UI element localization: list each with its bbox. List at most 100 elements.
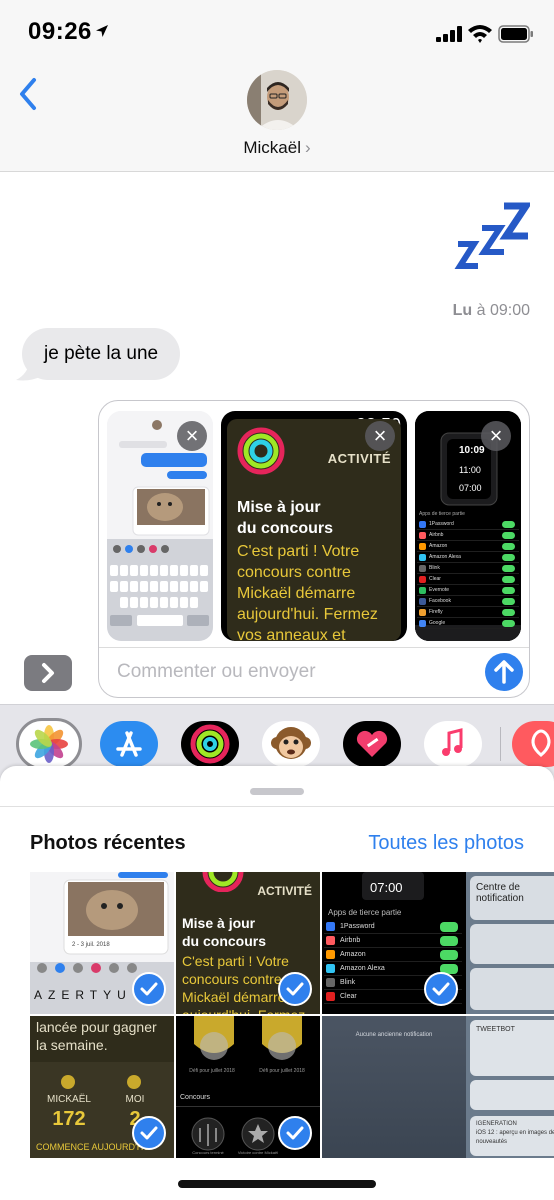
notification-card xyxy=(470,968,554,1010)
photo-activity-title-line1: Mise à jour xyxy=(182,915,256,931)
selected-checkmark-icon[interactable] xyxy=(132,1116,166,1150)
photo-tile[interactable]: Défi pour juillet 2018 Défi pour juillet… xyxy=(176,1016,320,1158)
digital-touch-heart-icon[interactable] xyxy=(343,721,401,767)
selected-checkmark-icon[interactable] xyxy=(132,972,166,1006)
chevron-right-icon xyxy=(42,663,54,683)
sheet-grabber[interactable] xyxy=(250,788,304,795)
watch-app-row: Amazon xyxy=(417,541,519,552)
photo-activity-title-line2: du concours xyxy=(182,933,267,949)
notification-igeneration: IGENERATION iOS 12 : aperçu en images de… xyxy=(470,1116,554,1156)
app-store-icon[interactable] xyxy=(100,721,158,767)
player1-name: MICKAËL xyxy=(47,1094,91,1105)
activity-app-icon[interactable] xyxy=(181,721,239,767)
watch-app-row: Firefly xyxy=(417,607,519,618)
chevron-right-icon: › xyxy=(304,138,311,157)
activity-notification-card: ACTIVITÉ Mise à jour du concours C'est p… xyxy=(227,419,401,641)
incoming-message-bubble[interactable]: je pète la une xyxy=(22,328,181,380)
activity-rings-icon xyxy=(202,872,244,892)
photo-caption: 2 - 3 juil. 2018 xyxy=(72,942,110,948)
arrow-up-icon xyxy=(494,660,514,684)
contact-avatar[interactable] xyxy=(247,70,307,130)
competition-cap1: Concours terminé xyxy=(192,1150,224,1155)
activity-label: ACTIVITÉ xyxy=(327,451,391,466)
recent-photos-title: Photos récentes xyxy=(30,832,186,854)
watch-app-row: Amazon xyxy=(324,948,462,962)
medal1-caption: Défi pour juillet 2018 xyxy=(189,1068,235,1074)
watch-app-row: Facebook xyxy=(417,596,519,607)
watch-alarm-time: 11:00 xyxy=(459,465,481,475)
photo-tile[interactable]: TWEETBOT IGENERATION iOS 12 : aperçu en … xyxy=(466,1016,554,1158)
watch-time: 10:09 xyxy=(459,445,485,456)
contact-name-button[interactable]: Mickaël › xyxy=(0,138,554,158)
send-button[interactable] xyxy=(485,653,523,691)
photo-tile[interactable]: 07:00 Apps de tierce partie 1Password Ai… xyxy=(322,872,466,1014)
sleep-sticker-icon xyxy=(454,202,530,269)
status-time: 09:26 xyxy=(28,18,92,45)
watch-app-row: Amazon Alexa xyxy=(417,552,519,563)
photo-tile[interactable]: 2 - 3 juil. 2018 AZERTYU xyxy=(30,872,174,1014)
photo-watch-time: 07:00 xyxy=(370,880,403,895)
activity-title-line1: Mise à jour xyxy=(237,499,321,516)
photo-notification-title: Centre de notification xyxy=(470,876,554,920)
activity-title: Mise à jour du concours xyxy=(237,497,333,539)
remove-attachment-close-icon[interactable]: × xyxy=(365,421,395,451)
read-receipt-time: à 09:00 xyxy=(476,302,530,319)
trophy-icons xyxy=(61,1075,141,1089)
watch-app-row: 1Password xyxy=(417,519,519,530)
back-chevron-icon[interactable] xyxy=(14,72,44,116)
notification-igeneration-body: iOS 12 : aperçu en images des nouveautés xyxy=(476,1130,554,1145)
photo-tile[interactable]: ACTIVITÉ Mise à jour du concours C'est p… xyxy=(176,872,320,1014)
player1-score: 172 xyxy=(52,1108,86,1130)
activity-body: C'est parti ! Votre concours contre Mick… xyxy=(237,543,378,641)
contact-name: Mickaël xyxy=(243,138,301,157)
activity-title-line2: du concours xyxy=(237,520,334,537)
watch-wake-time: 07:00 xyxy=(459,483,482,493)
selected-checkmark-icon[interactable] xyxy=(424,972,458,1006)
battery-icon xyxy=(498,25,533,43)
comment-input[interactable]: Commenter ou envoyer xyxy=(117,661,316,683)
photo-empty-notifications-text: Aucune ancienne notification xyxy=(355,1032,433,1038)
read-receipt-prefix: Lu xyxy=(452,302,473,319)
photo-activity-label: ACTIVITÉ xyxy=(257,884,312,898)
selected-checkmark-icon[interactable] xyxy=(278,972,312,1006)
watch-app-row: Blink xyxy=(417,563,519,574)
mini-keyboard xyxy=(107,539,213,641)
photo-picker: Photos récentes Toutes les photos 2 - 3 … xyxy=(0,766,554,1200)
selected-checkmark-icon[interactable] xyxy=(278,1116,312,1150)
notification-tweetbot: TWEETBOT xyxy=(470,1020,554,1076)
music-app-icon[interactable] xyxy=(424,721,482,767)
remove-attachment-close-icon[interactable]: × xyxy=(481,421,511,451)
photos-app-icon[interactable] xyxy=(16,718,82,770)
photo-tile[interactable]: lancée pour gagner la semaine. MICKAËL 1… xyxy=(30,1016,174,1158)
watch-app-row: Airbnb xyxy=(324,934,462,948)
avatar-photo xyxy=(247,70,307,130)
animoji-app-icon[interactable] xyxy=(262,721,320,767)
home-indicator[interactable] xyxy=(178,1180,376,1188)
drawer-separator xyxy=(500,727,501,761)
activity-rings-icon xyxy=(237,427,285,475)
all-photos-link[interactable]: Toutes les photos xyxy=(368,832,524,855)
watch-app-row: Airbnb xyxy=(417,530,519,541)
watch-app-row: Clear xyxy=(417,574,519,585)
watch-app-row: Evernote xyxy=(417,585,519,596)
notification-card xyxy=(470,924,554,964)
photo-tile[interactable]: Aucune ancienne notification xyxy=(322,1016,466,1158)
expand-apps-button[interactable] xyxy=(24,655,72,691)
airbnb-app-icon[interactable] xyxy=(512,721,554,767)
notification-card xyxy=(470,1080,554,1110)
remove-attachment-close-icon[interactable]: × xyxy=(177,421,207,451)
competition-cap2: Victoire contre Mickaël xyxy=(237,1150,279,1155)
photo-activity-title: Mise à jour du concours xyxy=(182,914,266,950)
photo-competition-headline: lancée pour gagner la semaine. xyxy=(36,1019,157,1053)
watch-section-title: Apps de tierce partie xyxy=(419,511,465,517)
watch-app-row: Google xyxy=(417,618,519,629)
compose-box[interactable]: 08:59 ACTIVITÉ Mise à jour du concours C… xyxy=(98,400,530,698)
notification-igeneration-title: IGENERATION xyxy=(476,1121,517,1127)
photo-tile[interactable]: Centre de notification xyxy=(466,872,554,1014)
photo-watch-section: Apps de tierce partie xyxy=(328,908,402,917)
read-receipt: Lu à 09:00 xyxy=(453,302,530,320)
player2-name: MOI xyxy=(125,1094,145,1105)
cellular-signal-icon xyxy=(436,26,466,42)
wifi-icon xyxy=(468,25,492,43)
photo-keyboard-keys: AZERTYU xyxy=(34,988,132,1002)
